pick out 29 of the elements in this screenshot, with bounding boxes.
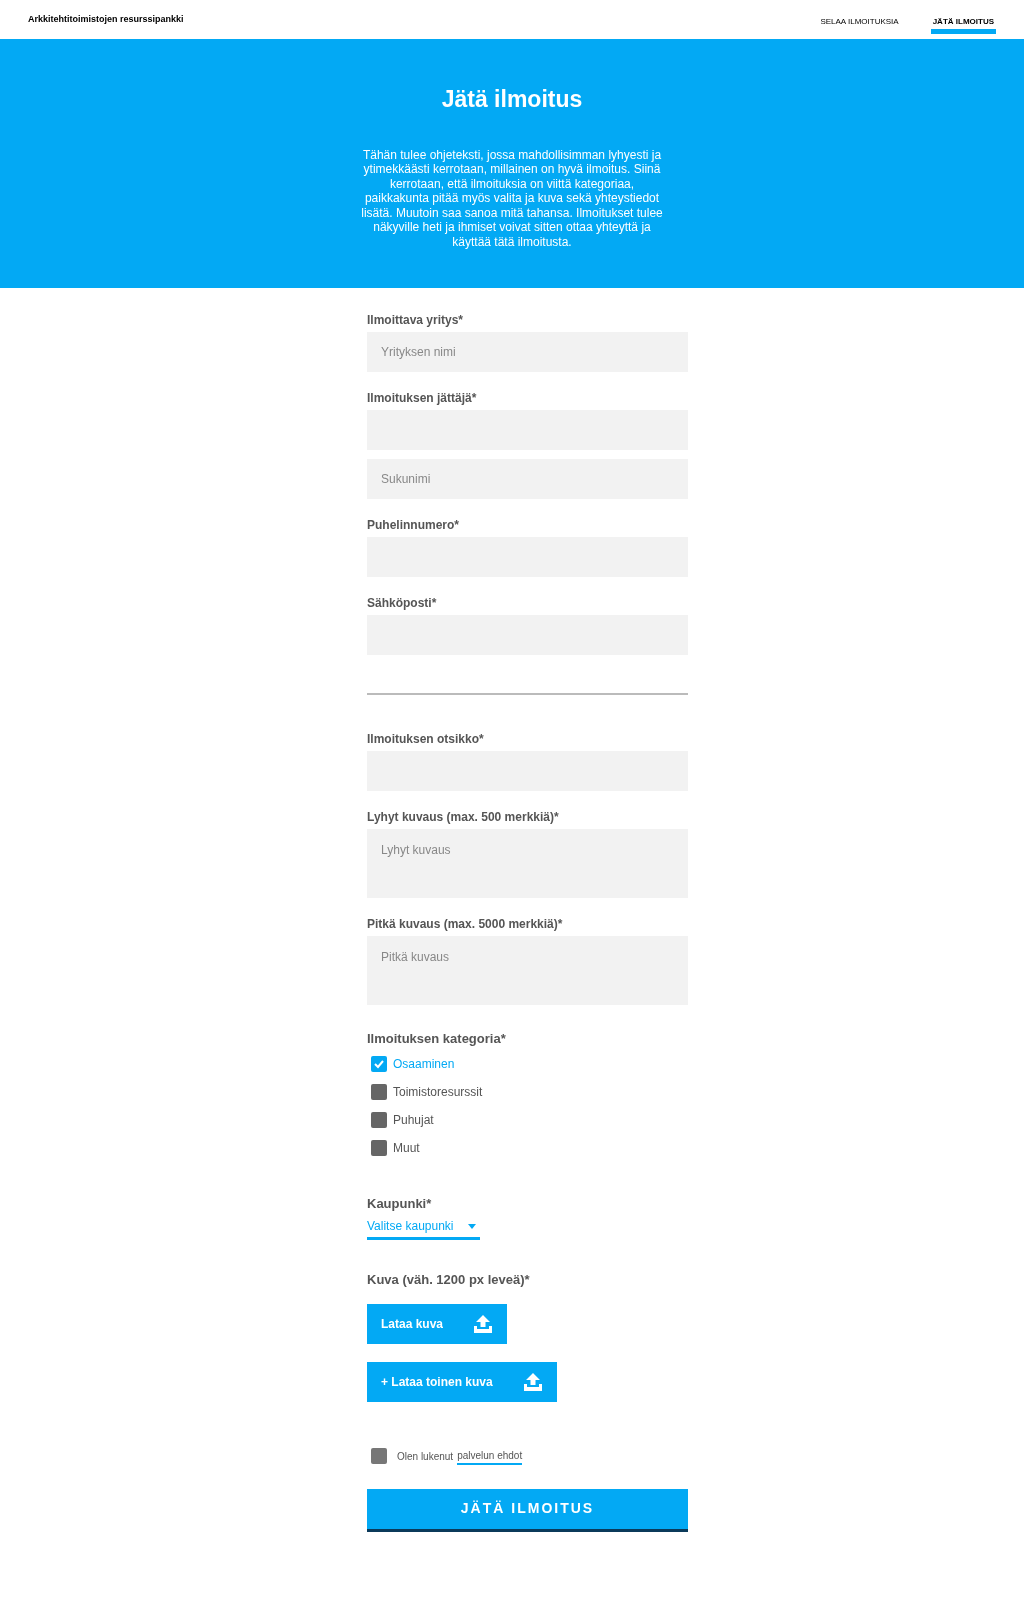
upload-icon <box>473 1313 494 1334</box>
terms-link[interactable]: palvelun ehdot <box>457 1447 523 1465</box>
field-label: Kaupunki* <box>367 1194 433 1213</box>
field-label: Ilmoituksen jättäjä* <box>367 391 478 405</box>
terms-text: Olen lukenut <box>397 1449 454 1464</box>
field-label: Sähköposti* <box>367 596 438 610</box>
check-icon <box>373 1058 385 1070</box>
field-label: Kuva (väh. 1200 px leveä)* <box>367 1271 531 1289</box>
nav-link[interactable]: SELAA ILMOITUKSIA <box>818 16 901 34</box>
intro-text: Tähän tulee ohjeteksti, jossa mahdollisimman lyhyesti ja ytimekkäästi kerrotaan, millainen on hyvä ilmoitus. Siinä kerrotaan, että ilmoituksia on viittä kategoriaa, paikkakunta pitää myös valita ja kuva sekä yhteystiedot lisätä. Muutoin saa sanoa mitä tahansa. Ilmoitukset tulee näkyville heti ja ihmiset voivat sitten ottaa yhteyttä ja käyttää tätä ilmoitusta. <box>360 147 664 249</box>
field-label: Ilmoituksen otsikko* <box>367 732 485 746</box>
page-title: Jätä ilmoitus <box>441 85 583 114</box>
field-label: Ilmoituksen kategoria* <box>367 1030 507 1048</box>
field-label: Pitkä kuvaus (max. 5000 merkkiä)* <box>367 917 564 931</box>
caret-icon <box>468 1223 476 1229</box>
terms-checkbox[interactable] <box>371 1448 387 1464</box>
field-label: Ilmoittava yritys* <box>367 313 465 327</box>
input-field[interactable]: Yrityksen nimi <box>367 332 688 372</box>
site-title: Arkkitehtitoimistojen resurssipankki <box>28 12 184 26</box>
category-checkbox[interactable]: Toimistoresurssit <box>371 1082 688 1102</box>
text-area[interactable]: Pitkä kuvaus <box>367 936 688 1005</box>
field-label: Puhelinnumero* <box>367 518 460 532</box>
input-field[interactable]: Sukunimi <box>367 459 688 499</box>
field-label: Lyhyt kuvaus (max. 500 merkkiä)* <box>367 810 560 824</box>
category-checkbox[interactable]: Puhujat <box>371 1110 688 1130</box>
upload-icon <box>522 1371 543 1392</box>
category-checkbox[interactable]: Muut <box>371 1138 688 1158</box>
nav-link[interactable]: JÄTÄ ILMOITUS <box>930 16 996 34</box>
text-area[interactable]: Lyhyt kuvaus <box>367 829 688 898</box>
